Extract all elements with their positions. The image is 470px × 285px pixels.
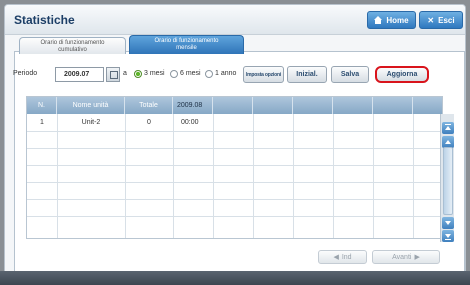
scroll-down-icon[interactable]	[442, 217, 454, 229]
column-divider	[213, 114, 214, 238]
page-title: Statistiche	[14, 13, 75, 27]
next-arrow-icon: ▶	[414, 254, 420, 261]
column-header-empty-4	[333, 97, 373, 114]
radio-1-year[interactable]	[205, 70, 213, 78]
column-divider	[293, 114, 294, 238]
next-page-button[interactable]: Avanti ▶	[372, 250, 440, 264]
status-bar	[0, 271, 470, 285]
close-icon: ✕	[427, 15, 435, 25]
column-divider	[413, 114, 414, 238]
column-divider	[57, 114, 58, 238]
scroll-bottom-icon[interactable]	[442, 230, 454, 242]
radio-3-months-label: 3 mesi	[144, 70, 165, 77]
radio-6-months[interactable]	[170, 70, 178, 78]
tab-cumulative-label-line2: cumulativo	[58, 47, 87, 53]
column-header-empty-1	[213, 97, 253, 114]
radio-6-months-label: 6 mesi	[180, 70, 201, 77]
tab-monthly-label-line2: mensile	[176, 45, 197, 51]
tab-cumulative[interactable]: Orario di funzionamento cumulativo	[19, 37, 126, 54]
table-cell-month: 00:00	[181, 119, 199, 126]
to-label: a	[123, 70, 127, 77]
table-cell-unit-name: Unit-2	[81, 119, 101, 126]
column-divider	[373, 114, 374, 238]
tab-monthly-label-line1: Orario di funzionamento	[154, 38, 219, 44]
row-divider	[27, 165, 442, 166]
row-divider	[27, 199, 442, 200]
tab-cumulative-label-line1: Orario di funzionamento	[40, 40, 105, 46]
row-divider	[27, 182, 442, 183]
refresh-button[interactable]: Aggiorna	[375, 66, 429, 83]
scroll-top-icon[interactable]	[442, 122, 454, 134]
table-cell-total: 0	[147, 119, 151, 126]
initialize-button[interactable]: Inizial.	[287, 66, 327, 83]
table-header: N. Nome unità Totale 2009.08	[27, 97, 442, 114]
save-button[interactable]: Salva	[331, 66, 369, 83]
period-input[interactable]: 2009.07	[55, 67, 104, 82]
column-header-unit-name: Nome unità	[57, 97, 125, 114]
previous-page-label: Ind	[341, 253, 352, 261]
previous-page-button[interactable]: ◀ Ind	[318, 250, 367, 264]
title-bar: Statistiche Home ✕ Esci	[5, 5, 465, 35]
home-button-label: Home	[386, 15, 409, 25]
column-header-empty-2	[253, 97, 293, 114]
period-label: Periodo	[13, 70, 38, 77]
column-header-empty-5	[373, 97, 413, 114]
column-header-n: N.	[27, 97, 57, 114]
column-divider	[125, 114, 126, 238]
row-divider	[27, 131, 442, 132]
exit-button-label: Esci	[438, 15, 455, 25]
statistics-table: N. Nome unità Totale 2009.08 1 Unit-2 0 …	[26, 96, 443, 239]
options-button[interactable]: Imposta opzioni	[243, 66, 284, 83]
tab-monthly[interactable]: Orario di funzionamento mensile	[129, 35, 244, 54]
home-button[interactable]: Home	[367, 11, 416, 29]
filter-toolbar: Periodo 2009.07 a 3 mesi 6 mesi 1 anno I…	[13, 66, 465, 84]
column-divider	[333, 114, 334, 238]
column-divider	[253, 114, 254, 238]
home-icon	[374, 16, 383, 24]
next-page-label: Avanti	[392, 253, 412, 261]
table-cell-n: 1	[40, 119, 44, 126]
radio-3-months[interactable]	[134, 70, 142, 78]
calendar-icon[interactable]	[106, 67, 120, 82]
exit-button[interactable]: ✕ Esci	[419, 11, 463, 29]
radio-1-year-label: 1 anno	[215, 70, 237, 77]
column-header-total: Totale	[125, 97, 173, 114]
row-divider	[27, 216, 442, 217]
column-header-month: 2009.08	[173, 97, 213, 114]
table-scrollbar[interactable]	[440, 114, 454, 242]
previous-arrow-icon: ◀	[333, 254, 339, 261]
column-divider	[173, 114, 174, 238]
scroll-thumb[interactable]	[443, 147, 453, 215]
column-header-empty-3	[293, 97, 333, 114]
row-divider	[27, 148, 442, 149]
